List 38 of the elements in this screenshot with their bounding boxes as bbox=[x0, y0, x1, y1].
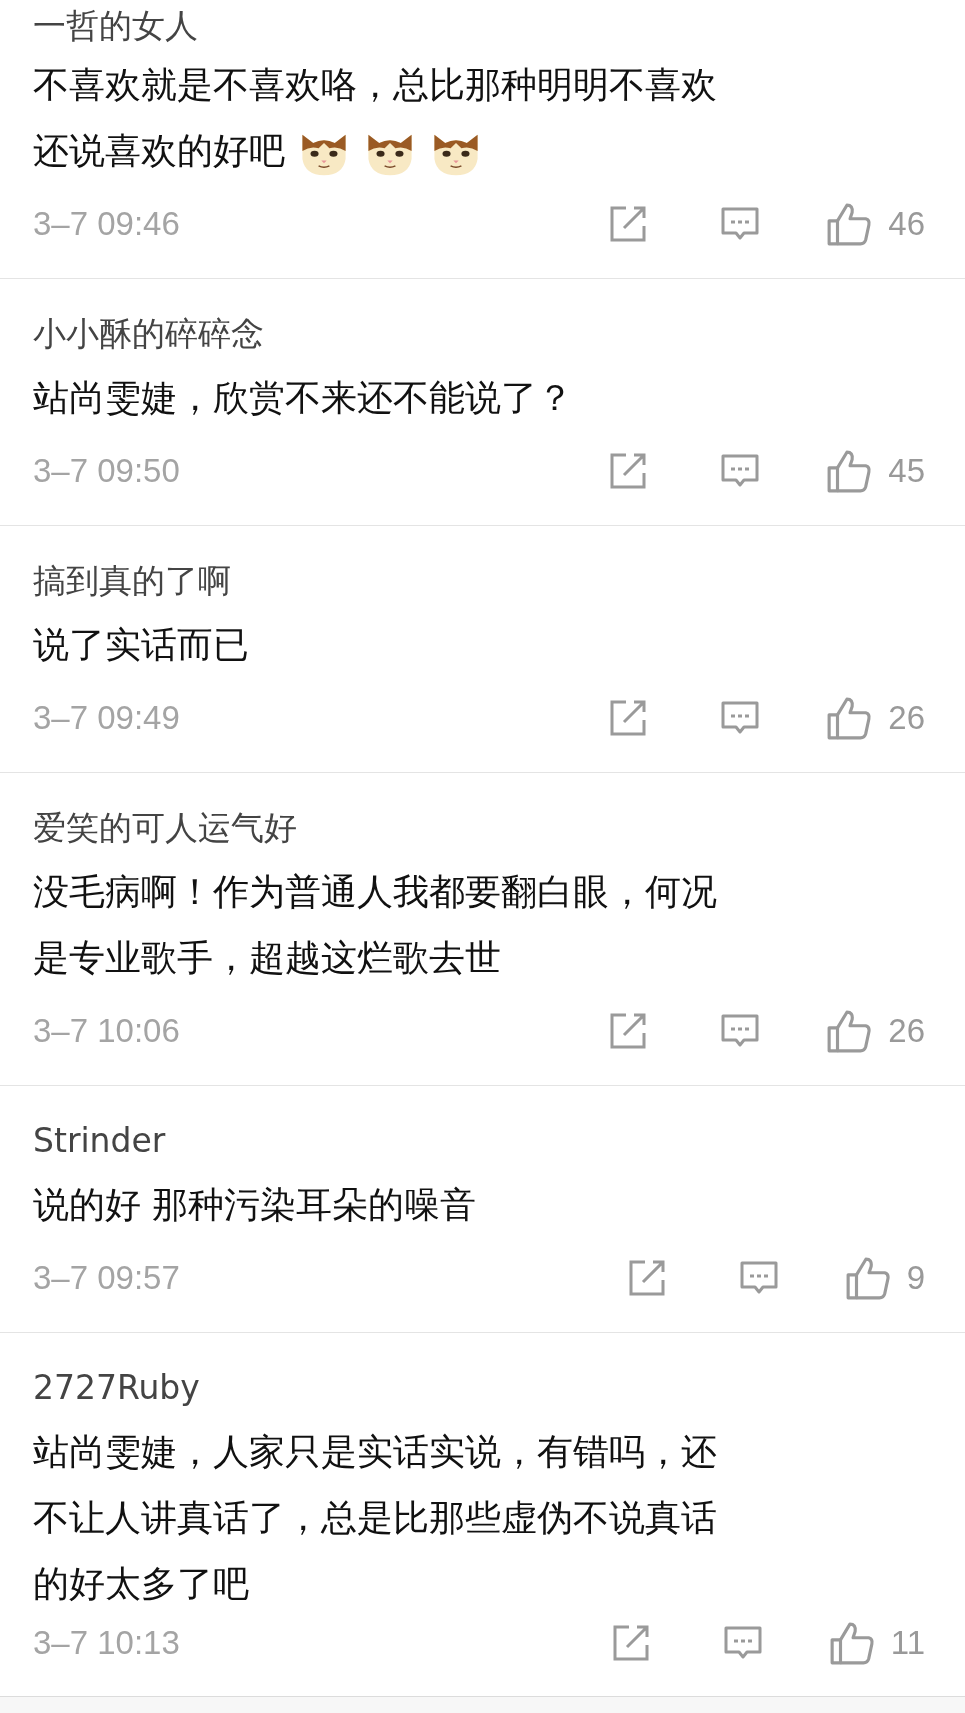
thumbs-up-icon[interactable] bbox=[826, 1008, 873, 1054]
comment-text: 没毛病啊！作为普通人我都要翻白眼，何况 bbox=[33, 870, 717, 914]
comment-time: 3–7 10:06 bbox=[33, 1012, 180, 1050]
comment-text: 说的好 那种污染耳朵的噪音 bbox=[33, 1183, 477, 1227]
comment-text: 站尚雯婕，欣赏不来还不能说了？ bbox=[33, 376, 573, 420]
comment-author[interactable]: 小小酥的碎碎念 bbox=[33, 303, 925, 365]
comment-author[interactable]: 爱笑的可人运气好 bbox=[33, 797, 925, 859]
comment-time: 3–7 09:46 bbox=[33, 205, 180, 243]
comment-text: 站尚雯婕，人家只是实话实说，有错吗，还 bbox=[33, 1430, 717, 1474]
like-count: 9 bbox=[906, 1259, 925, 1297]
like-count: 45 bbox=[888, 452, 925, 490]
comment-text: 是专业歌手，超越这烂歌去世 bbox=[33, 936, 501, 980]
like-count: 26 bbox=[888, 1012, 925, 1050]
thumbs-up-icon[interactable] bbox=[826, 201, 873, 247]
comment-time: 3–7 09:50 bbox=[33, 452, 180, 490]
comment-text: 不让人讲真话了，总是比那些虚伪不说真话 bbox=[33, 1496, 717, 1540]
thumbs-up-icon[interactable] bbox=[826, 448, 873, 494]
comment-author[interactable]: 2727Ruby bbox=[33, 1357, 925, 1419]
like-count: 11 bbox=[890, 1624, 925, 1662]
comment-text: 的好太多了吧 bbox=[33, 1562, 249, 1606]
comment-text: 不喜欢就是不喜欢咯，总比那种明明不喜欢 bbox=[33, 63, 717, 107]
comment-text: 还说喜欢的好吧 bbox=[33, 129, 285, 173]
comment-time: 3–7 09:57 bbox=[33, 1259, 180, 1297]
comment-author[interactable]: 一哲的女人 bbox=[33, 0, 925, 52]
comment-author[interactable]: 搞到真的了啊 bbox=[33, 550, 925, 612]
thumbs-up-icon[interactable] bbox=[828, 1620, 875, 1666]
edit-icon[interactable] bbox=[608, 698, 649, 738]
comment-author[interactable]: Strinder bbox=[33, 1110, 925, 1172]
comment-time: 3–7 10:13 bbox=[33, 1624, 180, 1662]
thumbs-up-icon[interactable] bbox=[844, 1255, 891, 1301]
comment-time: 3–7 09:49 bbox=[33, 699, 180, 737]
edit-icon[interactable] bbox=[608, 1011, 649, 1051]
edit-icon[interactable] bbox=[608, 204, 649, 244]
like-count: 46 bbox=[888, 205, 925, 243]
thumbs-up-icon[interactable] bbox=[826, 695, 873, 741]
comment-text: 说了实话而已 bbox=[33, 623, 249, 667]
edit-icon[interactable] bbox=[608, 451, 649, 491]
like-count: 26 bbox=[888, 699, 925, 737]
